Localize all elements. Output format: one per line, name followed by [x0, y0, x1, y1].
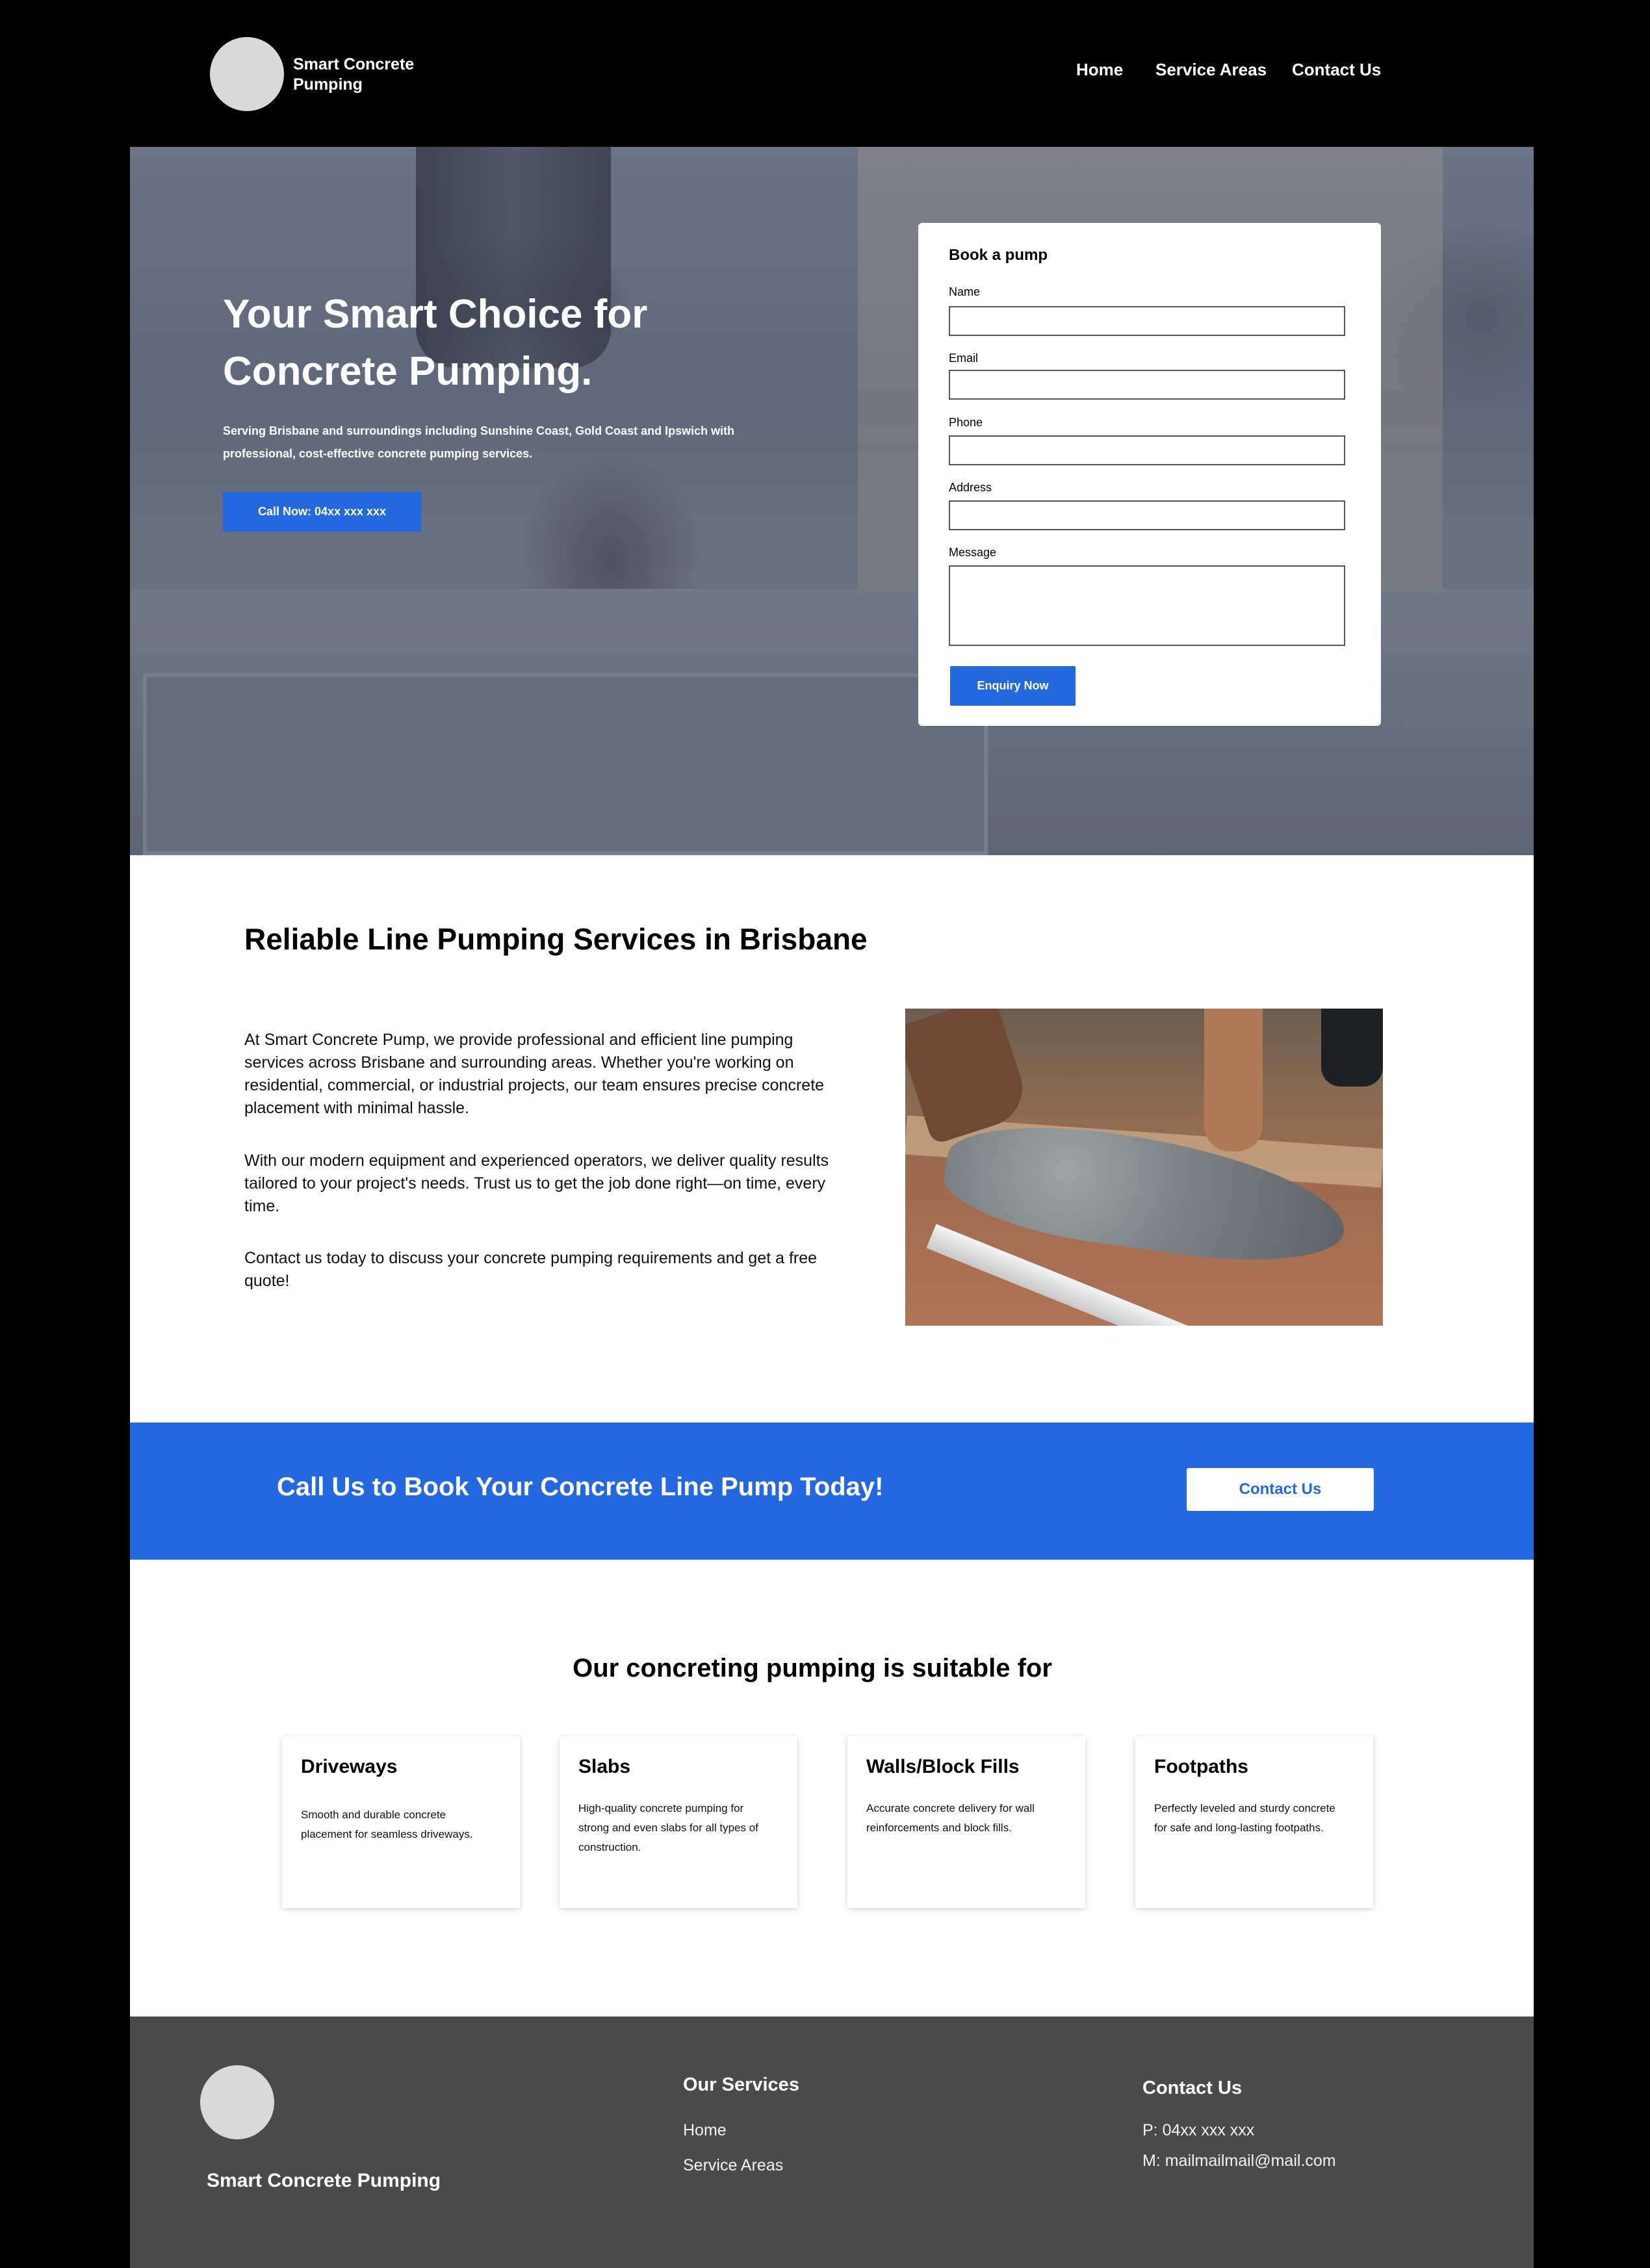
service-card: Footpaths Perfectly leveled and sturdy c… — [1135, 1736, 1373, 1908]
phone-input[interactable] — [949, 435, 1345, 465]
brand-name[interactable]: Smart Concrete Pumping — [293, 55, 449, 95]
card-title: Slabs — [578, 1756, 631, 1777]
nav-contact-us[interactable]: Contact Us — [1292, 60, 1381, 80]
email-input[interactable] — [949, 370, 1345, 400]
footer-contact-heading: Contact Us — [1142, 2078, 1243, 2098]
footer-link-service-areas[interactable]: Service Areas — [683, 2156, 783, 2175]
site-footer: Smart Concrete Pumping Our Services Home… — [130, 2017, 1534, 2268]
name-input[interactable] — [949, 306, 1345, 336]
card-title: Footpaths — [1154, 1756, 1248, 1777]
phone-label: Phone — [949, 416, 983, 429]
suitable-title: Our concreting pumping is suitable for — [573, 1654, 1052, 1682]
cta-contact-us-button[interactable]: Contact Us — [1187, 1468, 1374, 1511]
card-title: Walls/Block Fills — [866, 1756, 1020, 1777]
about-paragraph: Contact us today to discuss your concret… — [244, 1249, 818, 1290]
address-input[interactable] — [949, 500, 1345, 530]
site-header: Smart Concrete Pumping Home Service Area… — [130, 0, 1534, 147]
page: Smart Concrete Pumping Home Service Area… — [130, 0, 1534, 2268]
form-title: Book a pump — [949, 246, 1048, 264]
service-card: Walls/Block Fills Accurate concrete deli… — [847, 1736, 1085, 1908]
about-paragraph: At Smart Concrete Pump, we provide profe… — [244, 1031, 825, 1117]
footer-services-heading: Our Services — [683, 2074, 799, 2095]
hero-title: Your Smart Choice for Concrete Pumping. — [223, 292, 648, 394]
about-title: Reliable Line Pumping Services in Brisba… — [244, 922, 868, 956]
footer-link-home[interactable]: Home — [683, 2121, 727, 2140]
footer-phone: P: 04xx xxx xxx — [1142, 2121, 1255, 2139]
email-label: Email — [949, 352, 979, 365]
cta-banner: Call Us to Book Your Concrete Line Pump … — [130, 1423, 1534, 1560]
service-card: Slabs High-quality concrete pumping for … — [560, 1736, 797, 1908]
card-description: Accurate concrete delivery for wall rein… — [866, 1802, 1035, 1834]
card-description: High-quality concrete pumping for strong… — [578, 1802, 758, 1853]
photo-worker-leg — [1321, 1009, 1383, 1087]
booking-form: Book a pump Name Email Phone Address Mes… — [918, 223, 1381, 726]
hero-subtitle: Serving Brisbane and surroundings includ… — [223, 424, 735, 460]
footer-logo[interactable] — [200, 2065, 274, 2139]
enquiry-now-button[interactable]: Enquiry Now — [950, 666, 1076, 706]
call-now-button[interactable]: Call Now: 04xx xxx xxx — [223, 492, 421, 532]
name-label: Name — [949, 285, 981, 298]
logo[interactable] — [210, 37, 284, 111]
service-card: Driveways Smooth and durable concrete pl… — [282, 1736, 520, 1908]
card-title: Driveways — [301, 1756, 398, 1777]
card-description: Perfectly leveled and sturdy concrete fo… — [1154, 1802, 1335, 1834]
about-concrete-photo — [905, 1009, 1383, 1326]
cta-text: Call Us to Book Your Concrete Line Pump … — [277, 1473, 884, 1501]
nav-home[interactable]: Home — [1076, 60, 1123, 80]
address-label: Address — [949, 481, 992, 494]
message-textarea[interactable] — [949, 565, 1345, 646]
footer-brand: Smart Concrete Pumping — [207, 2170, 441, 2191]
nav-service-areas[interactable]: Service Areas — [1155, 60, 1267, 80]
about-paragraph: With our modern equipment and experience… — [244, 1152, 829, 1215]
photo-worker-arm — [1204, 1009, 1263, 1152]
message-label: Message — [949, 546, 997, 559]
card-description: Smooth and durable concrete placement fo… — [301, 1809, 473, 1840]
footer-email[interactable]: M: mailmailmail@mail.com — [1142, 2152, 1336, 2171]
